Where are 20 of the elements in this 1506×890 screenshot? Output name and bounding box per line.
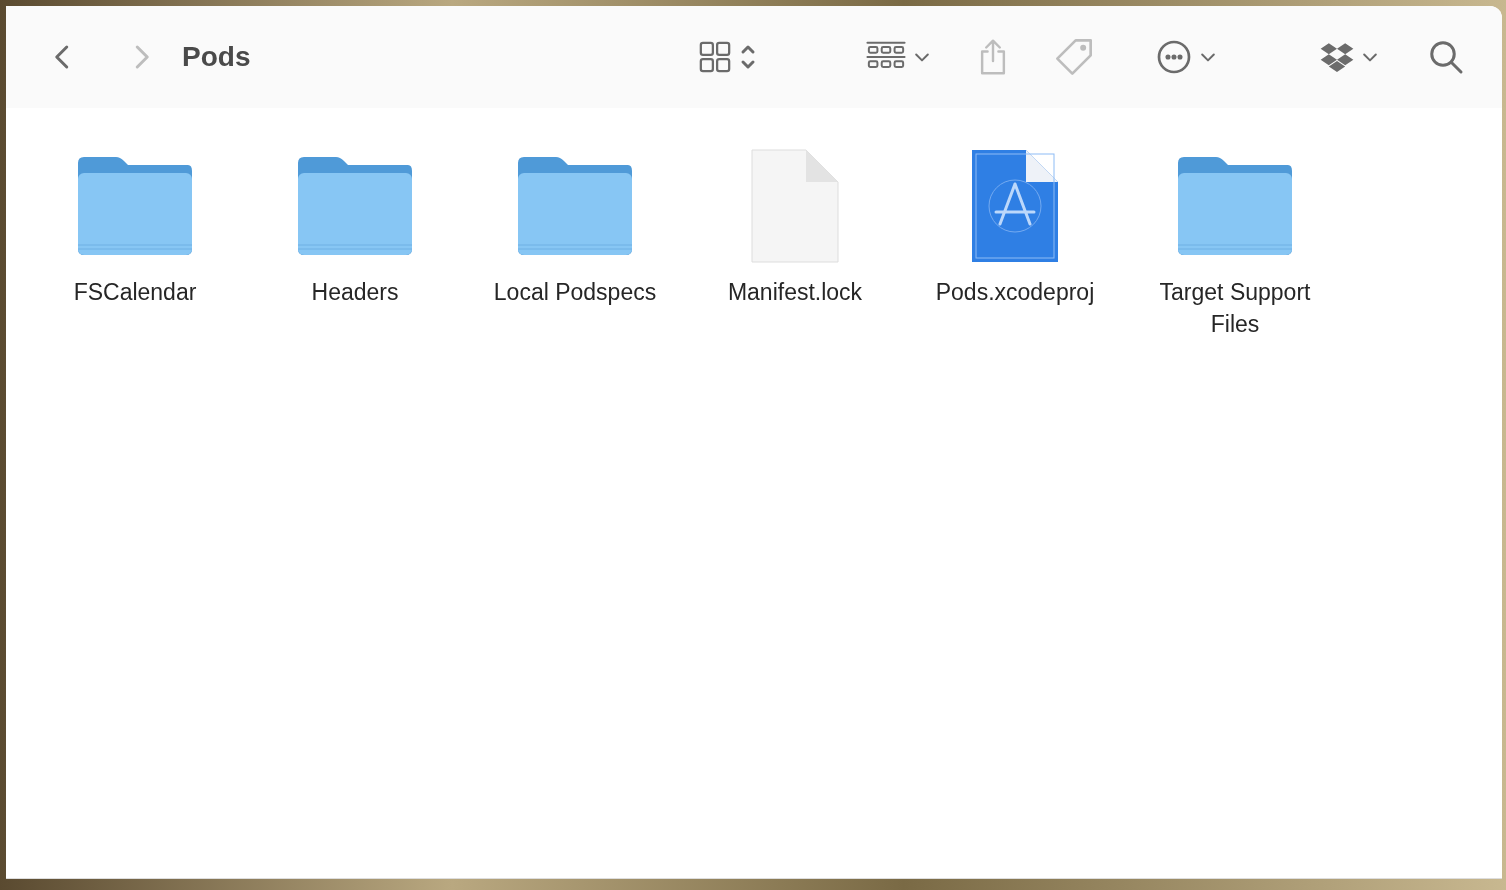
file-name: Local Podspecs (492, 278, 658, 307)
grid-icon (698, 40, 732, 74)
file-item[interactable]: Pods.xcodeproj (905, 144, 1125, 340)
file-name: Pods.xcodeproj (934, 278, 1096, 307)
file-item[interactable]: Target Support Files (1125, 144, 1345, 340)
dropbox-icon (1320, 42, 1354, 72)
file-item[interactable]: Local Podspecs (465, 144, 685, 340)
document-icon (750, 148, 840, 264)
file-item[interactable]: Manifest.lock (685, 144, 905, 340)
project-file-icon (970, 148, 1060, 264)
file-name: Headers (310, 278, 400, 307)
file-name: Target Support Files (1158, 278, 1312, 339)
search-icon (1428, 39, 1464, 75)
file-name: FSCalendar (72, 278, 198, 307)
ellipsis-circle-icon (1156, 39, 1192, 75)
window-title: Pods (182, 41, 251, 73)
tag-icon (1054, 37, 1094, 77)
file-name: Manifest.lock (726, 278, 864, 307)
file-item[interactable]: Headers (245, 144, 465, 340)
file-item[interactable]: FSCalendar (25, 144, 245, 340)
